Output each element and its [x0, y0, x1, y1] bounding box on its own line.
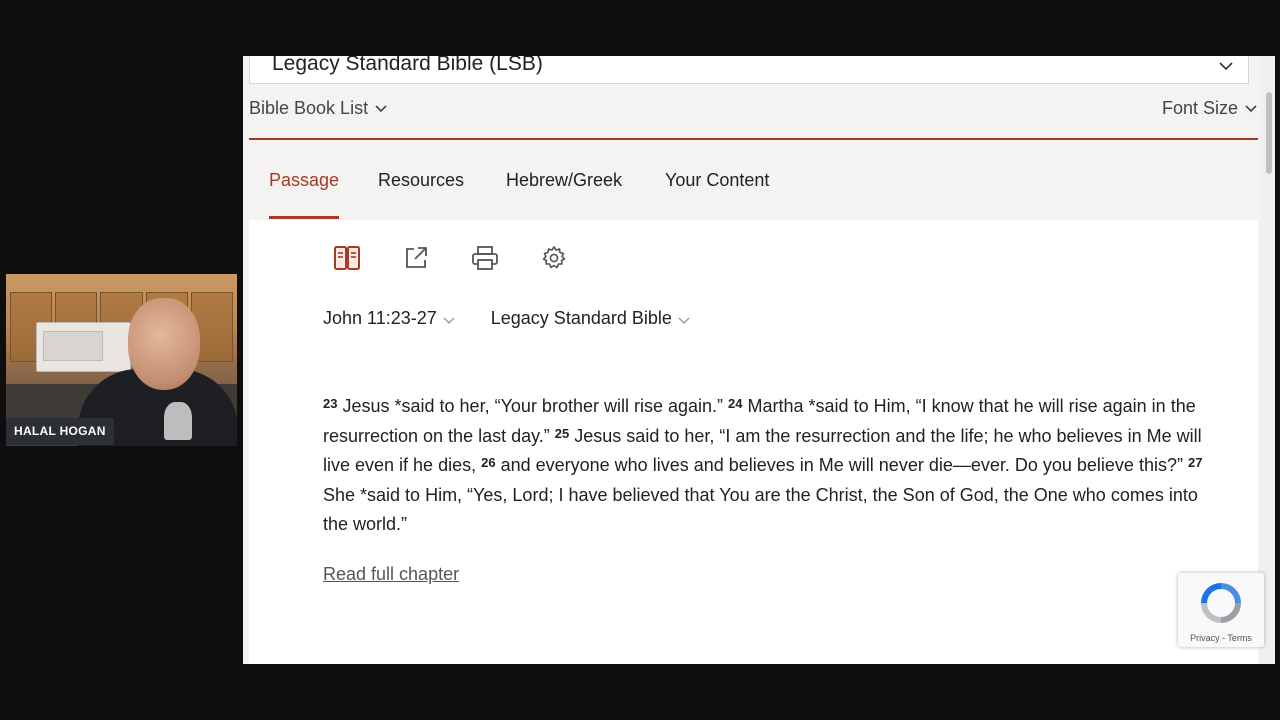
bible-reader-panel: Legacy Standard Bible (LSB) Bible Book L… [243, 56, 1275, 664]
bible-book-list-label: Bible Book List [249, 98, 369, 118]
verse-text: and everyone who lives and believes in M… [500, 455, 1183, 475]
microwave [36, 322, 131, 372]
verse-number: 24 [728, 396, 743, 411]
verse-text: She *said to Him, “Yes, Lord; I have bel… [323, 484, 1198, 535]
recaptcha-icon [1201, 583, 1241, 623]
tab-resources[interactable]: Resources [378, 170, 464, 191]
active-tab-indicator [269, 216, 339, 219]
verse-number: 27 [1187, 455, 1203, 470]
verse-number: 25 [554, 425, 570, 441]
verse-text: Jesus *said to her, “Your brother will r… [342, 396, 724, 416]
chevron-down-icon [443, 314, 455, 328]
verse-number: 26 [481, 455, 496, 470]
bible-book-list-dropdown[interactable]: Bible Book List [249, 98, 388, 119]
tab-passage[interactable]: Passage [269, 170, 339, 191]
reference-row: John 11:23-27 Legacy Standard Bible [323, 308, 690, 329]
share-icon[interactable] [398, 240, 434, 276]
scrollbar[interactable] [1261, 56, 1275, 664]
tab-bar: Passage Resources Hebrew/Greek Your Cont… [249, 140, 1258, 220]
read-full-chapter-link[interactable]: Read full chapter [323, 564, 459, 585]
chevron-down-icon [1218, 58, 1234, 76]
chevron-down-icon [678, 314, 690, 328]
passage-reference: John 11:23-27 [323, 308, 437, 328]
tab-hebrew-greek[interactable]: Hebrew/Greek [506, 170, 622, 191]
tab-your-content[interactable]: Your Content [665, 170, 769, 191]
version-select-label: Legacy Standard Bible (LSB) [272, 56, 543, 75]
passage-tools [329, 240, 572, 280]
version-name: Legacy Standard Bible [490, 308, 672, 328]
chevron-down-icon [374, 101, 388, 116]
chevron-down-icon [1244, 101, 1258, 116]
font-size-dropdown[interactable]: Font Size [1162, 98, 1258, 119]
print-icon[interactable] [467, 240, 503, 276]
scrollbar-thumb[interactable] [1266, 92, 1272, 174]
parallel-view-icon[interactable] [329, 240, 365, 276]
version-select[interactable]: Legacy Standard Bible (LSB) [249, 56, 1249, 84]
participant-name-tag: HALAL HOGAN [6, 418, 114, 445]
passage-reference-dropdown[interactable]: John 11:23-27 [323, 308, 455, 329]
recaptcha-badge[interactable]: Privacy - Terms [1178, 573, 1264, 647]
recaptcha-terms[interactable]: Privacy - Terms [1178, 633, 1264, 643]
shirt-graphic [164, 402, 192, 440]
font-size-label: Font Size [1161, 98, 1238, 118]
passage-text: 23 Jesus *said to her, “Your brother wil… [323, 392, 1203, 540]
verse-number: 23 [323, 396, 338, 411]
book-toolbar: Bible Book List Font Size [243, 94, 1258, 124]
gear-icon[interactable] [536, 240, 572, 276]
person-head [128, 298, 200, 390]
passage-content: John 11:23-27 Legacy Standard Bible 23 J… [249, 220, 1258, 664]
version-dropdown[interactable]: Legacy Standard Bible [491, 308, 690, 329]
